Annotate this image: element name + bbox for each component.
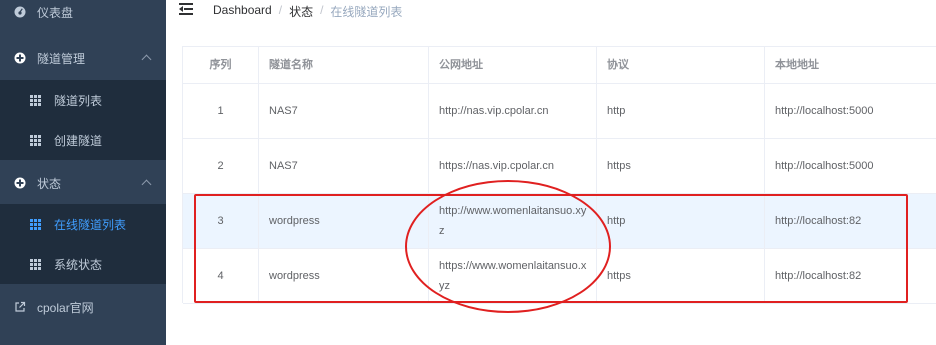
grid-icon: [29, 218, 41, 230]
grid-icon: [29, 258, 41, 270]
public-address-text: https://nas.vip.cpolar.cn: [439, 160, 554, 172]
cell-public-address: http://nas.vip.cpolar.cn: [429, 84, 597, 138]
header-public-address: 公网地址: [429, 47, 597, 83]
header-tunnel-name: 隧道名称: [259, 47, 429, 83]
annotation-ellipse: [405, 180, 611, 313]
cell-tunnel-name: NAS7: [259, 84, 429, 138]
sidebar-item-status[interactable]: 状态: [0, 163, 166, 203]
breadcrumb-dashboard[interactable]: Dashboard: [213, 3, 272, 20]
sidebar-item-tunnel-list[interactable]: 隧道列表: [0, 80, 166, 120]
breadcrumb-status[interactable]: 状态: [289, 3, 313, 20]
breadcrumb-separator: /: [320, 3, 324, 17]
sidebar-item-dashboard[interactable]: 仪表盘: [0, 0, 166, 32]
external-link-icon: [14, 301, 26, 313]
chevron-up-icon: [141, 179, 152, 190]
sidebar-item-label: 系统状态: [54, 257, 103, 272]
sidebar-item-label: 状态: [37, 176, 62, 191]
sidebar-item-tunnel-management[interactable]: 隧道管理: [0, 38, 166, 78]
cell-index: 1: [183, 84, 259, 138]
header-protocol: 协议: [597, 47, 765, 83]
grid-icon: [29, 134, 41, 146]
cell-protocol: https: [597, 139, 765, 193]
sidebar-item-label: 隧道列表: [54, 93, 103, 108]
cell-local-address: http://localhost:5000: [765, 84, 936, 138]
sidebar-item-label: cpolar官网: [37, 300, 94, 315]
cell-local-address: http://localhost:5000: [765, 139, 936, 193]
breadcrumb-current: 在线隧道列表: [330, 5, 403, 19]
plus-circle-icon: [14, 52, 26, 64]
table-row[interactable]: 1 NAS7 http://nas.vip.cpolar.cn http htt…: [183, 84, 936, 139]
sidebar-item-online-tunnel-list[interactable]: 在线隧道列表: [0, 204, 166, 244]
cell-protocol: http: [597, 84, 765, 138]
breadcrumb: Dashboard / 状态 / 在线隧道列表: [213, 3, 402, 20]
chevron-up-icon: [141, 54, 152, 65]
sidebar-item-label: 在线隧道列表: [54, 217, 127, 232]
cell-tunnel-name: NAS7: [259, 139, 429, 193]
cell-index: 2: [183, 139, 259, 193]
sidebar-item-cpolar-website[interactable]: cpolar官网: [0, 287, 166, 327]
sidebar-item-create-tunnel[interactable]: 创建隧道: [0, 120, 166, 160]
grid-icon: [29, 94, 41, 106]
plus-circle-icon: [14, 177, 26, 189]
hamburger-menu-icon[interactable]: [179, 3, 193, 15]
sidebar-item-label: 隧道管理: [37, 51, 86, 66]
breadcrumb-separator: /: [278, 3, 283, 17]
sidebar: 仪表盘 隧道管理 隧道列表 创建隧道 状态 在线隧道列表 系统状态 cpolar…: [0, 0, 166, 345]
header-index: 序列: [183, 47, 259, 83]
table-row[interactable]: 2 NAS7 https://nas.vip.cpolar.cn https h…: [183, 139, 936, 194]
sidebar-item-label: 仪表盘: [37, 5, 74, 20]
sidebar-item-system-status[interactable]: 系统状态: [0, 244, 166, 284]
dashboard-icon: [14, 6, 26, 18]
header-local-address: 本地地址: [765, 47, 936, 83]
table-header-row: 序列 隧道名称 公网地址 协议 本地地址: [183, 47, 936, 84]
public-address-text: http://nas.vip.cpolar.cn: [439, 105, 549, 117]
sidebar-item-label: 创建隧道: [54, 133, 103, 148]
